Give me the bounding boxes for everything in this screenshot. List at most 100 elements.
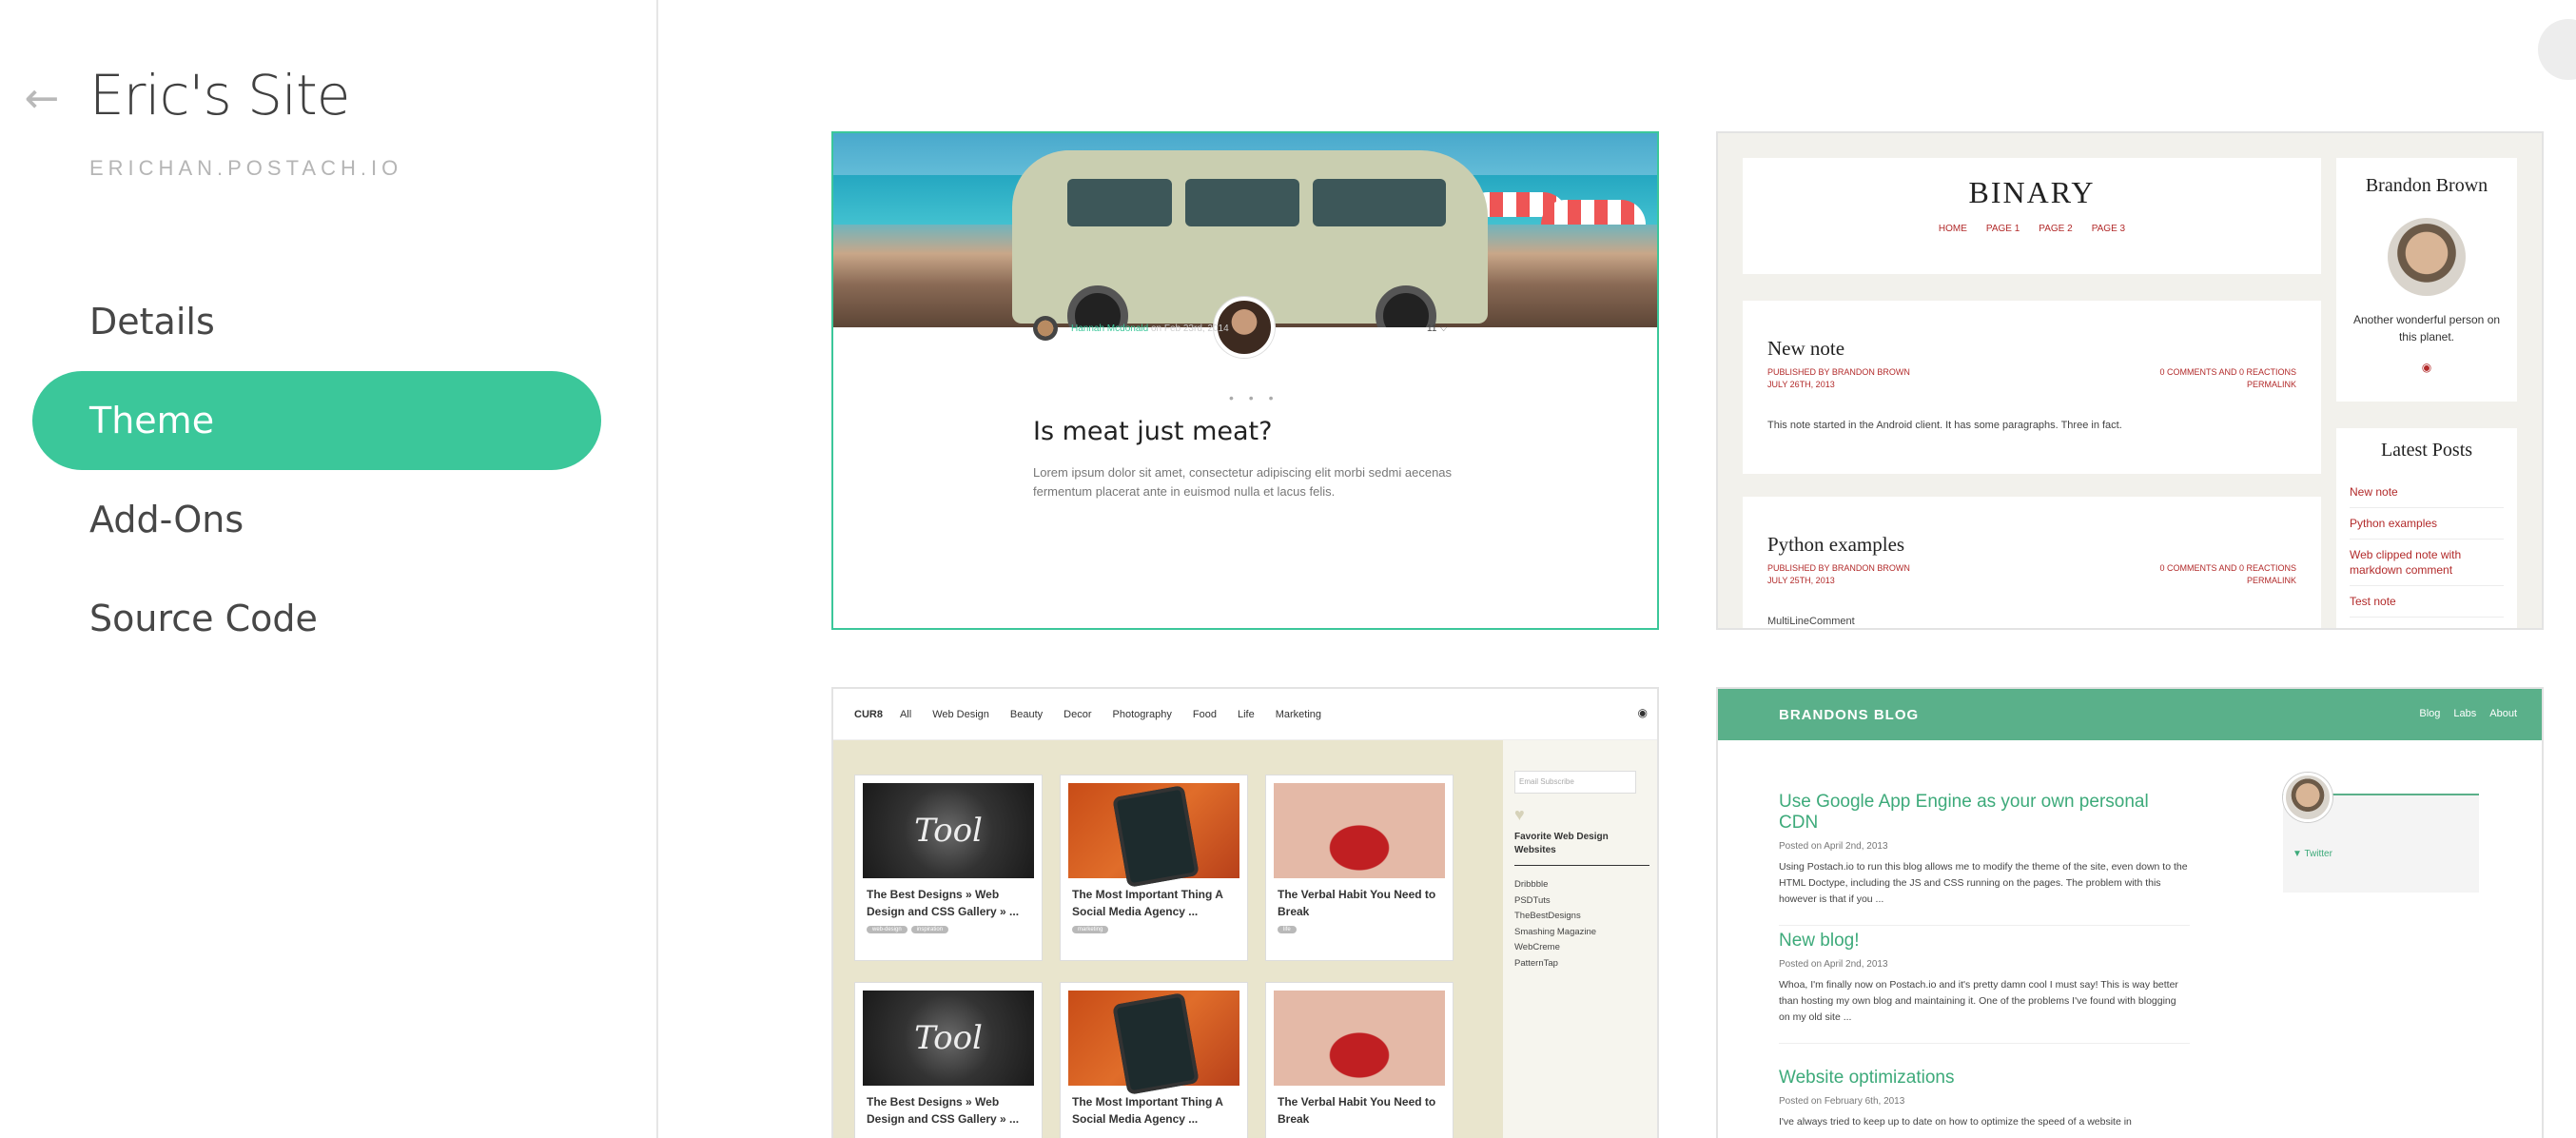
nav-link: About: [2489, 708, 2517, 719]
tag: inspiration: [910, 926, 949, 933]
menu-item: HOME: [1938, 224, 1967, 234]
cur8-header: CUR8 All Web Design Beauty Decor Photogr…: [833, 689, 1657, 740]
post-permalink: PERMALINK: [2246, 380, 2296, 389]
sidebar: ← Eric's Site ERICHAN.POSTACH.IO Details…: [0, 0, 658, 1138]
menu-item: Photography: [1112, 708, 1172, 720]
post-excerpt: I've always tried to keep up to date on …: [1779, 1114, 2190, 1138]
post-author: Hannah Mcdonald: [1071, 323, 1149, 334]
avatar: [1033, 316, 1058, 341]
blog-nav: Blog Labs About: [2419, 708, 2517, 719]
favorite-link: Smashing Magazine: [1514, 926, 1597, 937]
post-tile: The Verbal Habit You Need to Break life: [1265, 775, 1454, 961]
menu-item: PAGE 1: [1985, 224, 2020, 234]
likes-count: 11 ♡: [1427, 324, 1449, 334]
blog-menu: HOME PAGE 1 PAGE 2 PAGE 3: [1743, 224, 2321, 234]
tile-caption: The Best Designs » Web Design and CSS Ga…: [867, 888, 1020, 918]
pagination-dots: • • •: [1229, 390, 1279, 405]
scroll-indicator[interactable]: [2538, 19, 2576, 80]
nav-item-details[interactable]: Details: [32, 272, 601, 371]
favorite-link: PSDTuts: [1514, 894, 1551, 906]
blog-header: BINARY HOME PAGE 1 PAGE 2 PAGE 3: [1743, 158, 2321, 274]
post-title: New note: [1767, 337, 1845, 360]
tag: web-design: [867, 926, 907, 933]
favorite-link: PatternTap: [1514, 957, 1558, 969]
favorite-link: Dribbble: [1514, 879, 1549, 890]
menu-item: All: [899, 708, 912, 720]
post-text: This note started in the Android client.…: [1767, 420, 2122, 431]
nav-link: Blog: [2419, 708, 2441, 719]
theme-card-1[interactable]: Is meat just meat? Lorem ipsum dolor sit…: [831, 131, 1659, 630]
site-url: ERICHAN.POSTACH.IO: [89, 156, 403, 180]
menu-item: Beauty: [1009, 708, 1044, 720]
post-title: New blog!: [1779, 931, 1860, 951]
favorite-link: TheBestDesigns: [1514, 911, 1581, 921]
tile-caption: The Best Designs » Web Design and CSS Ga…: [867, 1095, 1020, 1126]
theme-gallery: Is meat just meat? Lorem ipsum dolor sit…: [660, 0, 2576, 1138]
latest-post-link: Web clipped note with markdown comment: [2350, 540, 2504, 586]
blog-brand: BINARY: [1968, 175, 2096, 209]
avatar: [2283, 773, 2332, 822]
blog-post: Website optimizations Posted on February…: [1779, 1068, 2190, 1138]
cur8-logo: CUR8: [854, 708, 883, 720]
cur8-grid: Tool The Best Designs » Web Design and C…: [833, 740, 1503, 1138]
latest-post-link: Test note: [2350, 586, 2504, 618]
nav-item-source-code[interactable]: Source Code: [32, 569, 601, 668]
tile-caption: The Most Important Thing A Social Media …: [1072, 1095, 1223, 1126]
nav-item-theme[interactable]: Theme: [32, 371, 601, 470]
post-tile: Tool The Best Designs » Web Design and C…: [854, 982, 1043, 1138]
menu-item: Decor: [1064, 708, 1092, 720]
post-date: Posted on April 2nd, 2013: [1779, 841, 1888, 852]
nav-link: Labs: [2453, 708, 2477, 719]
post-date: Posted on February 6th, 2013: [1779, 1096, 1905, 1107]
post-date: JULY 25TH, 2013: [1767, 576, 1835, 585]
post-tile: The Verbal Habit You Need to Break: [1265, 982, 1454, 1138]
post-tile: Tool The Best Designs » Web Design and C…: [854, 775, 1043, 961]
menu-item: PAGE 2: [2039, 224, 2073, 234]
tile-image: [1068, 783, 1239, 878]
tile-image: [1068, 991, 1239, 1086]
heart-icon: ♥: [1514, 805, 1525, 824]
post-title: Use Google App Engine as your own person…: [1779, 792, 2149, 833]
blog-post: New blog! Posted on April 2nd, 2013 Whoa…: [1779, 931, 2190, 1044]
back-arrow-icon[interactable]: ←: [17, 74, 67, 123]
rss-icon: ◉: [2421, 361, 2432, 374]
post-excerpt: Using Postach.io to run this blog allows…: [1779, 859, 2190, 926]
tile-image: [1274, 991, 1445, 1086]
blog-post: New note PUBLISHED BY BRANDON BROWN JULY …: [1743, 301, 2321, 474]
menu-item: Food: [1192, 708, 1217, 720]
latest-posts-title: Latest Posts: [2380, 440, 2473, 461]
theme-card-3[interactable]: CUR8 All Web Design Beauty Decor Photogr…: [831, 687, 1659, 1138]
favorites-heading: Favorite Web Design Websites: [1514, 831, 1649, 866]
menu-item: Life: [1237, 708, 1255, 720]
post-meta: Hannah Mcdonald on Feb 23rd, 2014: [1033, 316, 1229, 341]
menu-item: Marketing: [1275, 708, 1322, 720]
blog-header: BRANDONS BLOG: [1718, 689, 2542, 740]
latest-posts-widget: Latest Posts New note Python examples We…: [2336, 428, 2517, 628]
tile-image: [1274, 783, 1445, 878]
post-comments: 0 COMMENTS AND 0 REACTIONS: [2159, 563, 2296, 573]
post-permalink: PERMALINK: [2246, 576, 2296, 585]
post-tile: The Most Important Thing A Social Media …: [1060, 982, 1248, 1138]
twitter-link: ▼ Twitter: [2293, 849, 2332, 859]
post-excerpt: Whoa, I'm finally now on Postach.io and …: [1779, 977, 2190, 1044]
profile-bio: Another wonderful person on this planet.: [2352, 313, 2501, 343]
post-author: PUBLISHED BY BRANDON BROWN: [1767, 563, 1910, 573]
avatar: [2388, 218, 2466, 296]
post-author: PUBLISHED BY BRANDON BROWN: [1767, 367, 1910, 377]
post-date: Posted on April 2nd, 2013: [1779, 959, 1888, 970]
profile-widget: Brandon Brown Another wonderful person o…: [2336, 158, 2517, 402]
post-title: Website optimizations: [1779, 1068, 1955, 1088]
cur8-sidebar: Email Subscribe ♥ Favorite Web Design We…: [1503, 740, 1657, 1138]
menu-item: PAGE 3: [2091, 224, 2126, 234]
post-date: on Feb 23rd, 2014: [1150, 323, 1229, 334]
theme-card-4[interactable]: BRANDONS BLOG Blog Labs About Use Google…: [1716, 687, 2544, 1138]
tile-caption: The Verbal Habit You Need to Break: [1278, 888, 1436, 918]
post-comments: 0 COMMENTS AND 0 REACTIONS: [2159, 367, 2296, 377]
latest-post-link: New note: [2350, 477, 2504, 508]
menu-item: Web Design: [932, 708, 989, 720]
blog-post: Use Google App Engine as your own person…: [1779, 792, 2190, 926]
post-date: JULY 26TH, 2013: [1767, 380, 1835, 389]
nav-item-add-ons[interactable]: Add-Ons: [32, 470, 601, 569]
theme-card-2[interactable]: BINARY HOME PAGE 1 PAGE 2 PAGE 3 New not…: [1716, 131, 2544, 630]
post-title: Python examples: [1767, 533, 1905, 556]
